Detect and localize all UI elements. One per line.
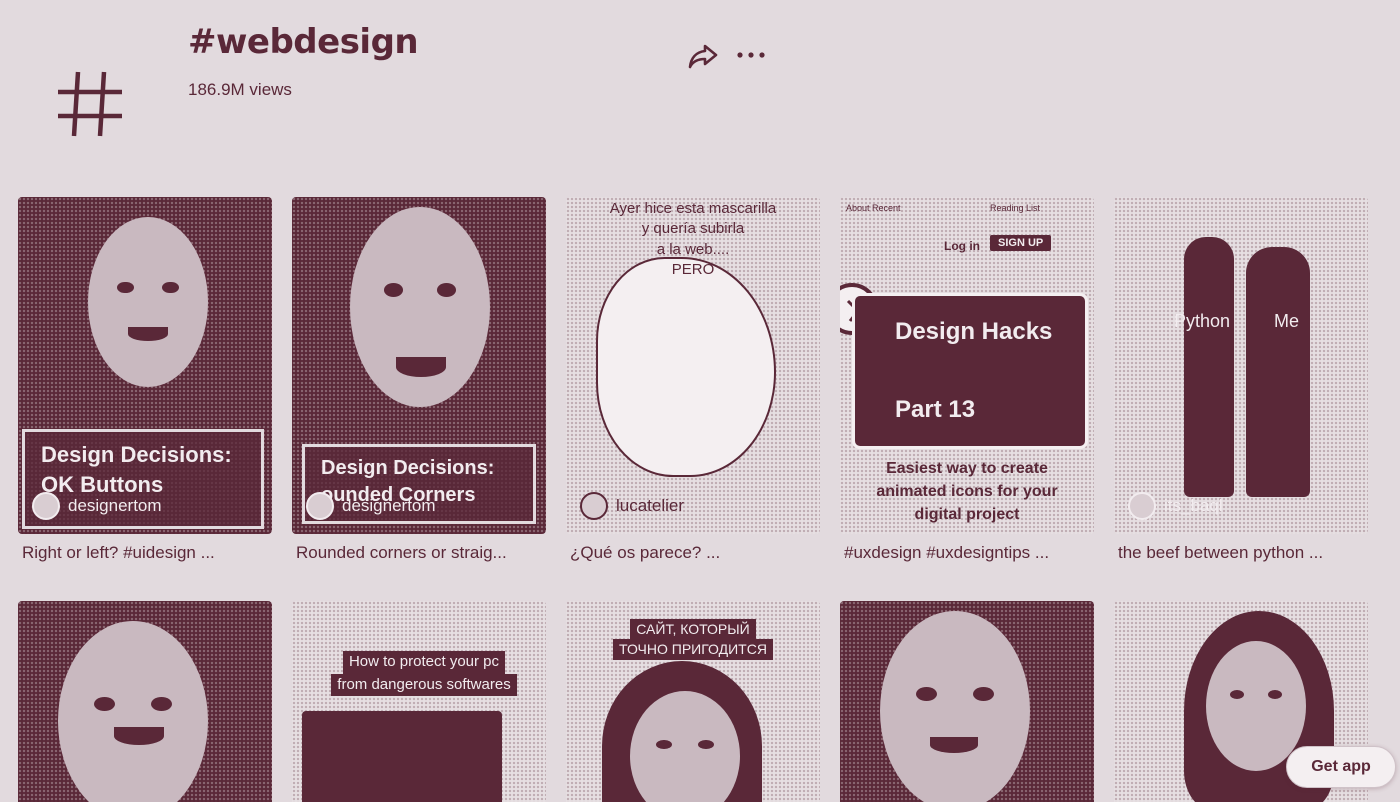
person-figure <box>1246 247 1310 497</box>
card-title: Design Hacks <box>895 318 1053 345</box>
video-thumbnail[interactable] <box>18 601 272 802</box>
video-overlay-text: Easiest way to create animated icons for… <box>840 457 1094 527</box>
overlay-line: How to protect your pc <box>342 651 506 674</box>
mouth-shape <box>930 737 978 753</box>
overlay-line: from dangerous softwares <box>331 673 517 696</box>
video-card[interactable] <box>18 601 272 802</box>
author-avatar <box>1128 492 1156 520</box>
hashtag-header: #webdesign 186.9M views <box>0 0 1400 180</box>
overlay-line: ТОЧНО ПРИГОДИТСЯ <box>613 639 773 660</box>
video-overlay-text: САЙТ, КОТОРЫЙ ТОЧНО ПРИГОДИТСЯ <box>586 619 800 660</box>
video-thumbnail[interactable]: Design Decisions: OK Buttons designertom <box>18 197 272 534</box>
author-name: its_baql <box>1164 496 1223 515</box>
card-subtitle: Part 13 <box>895 396 976 423</box>
video-thumbnail[interactable]: САЙТ, КОТОРЫЙ ТОЧНО ПРИГОДИТСЯ <box>566 601 820 802</box>
mouth-shape <box>128 327 168 341</box>
video-card[interactable]: Ayer hice esta mascarilla y quería subir… <box>566 197 820 601</box>
overlay-line: САЙТ, КОТОРЫЙ <box>630 619 756 640</box>
view-count: 186.9M views <box>188 80 292 99</box>
video-caption[interactable]: Rounded corners or straig... <box>296 543 546 563</box>
video-caption[interactable]: the beef between python ... <box>1118 543 1368 563</box>
video-thumbnail[interactable] <box>840 601 1094 802</box>
overlay-line: Easiest way to create <box>886 460 1048 477</box>
person-face-image <box>88 217 208 387</box>
overlay-line: animated icons for your <box>876 483 1058 501</box>
share-icon[interactable] <box>686 40 720 72</box>
video-author[interactable]: lucatelier <box>580 492 684 520</box>
video-thumbnail[interactable]: Design Decisions: ounded Corners designe… <box>292 197 546 534</box>
video-thumbnail[interactable]: About Recent Reading List Log in SIGN UP… <box>840 197 1094 534</box>
login-text: Log in <box>944 239 980 253</box>
author-name: designertom <box>342 496 436 515</box>
video-thumbnail[interactable]: Python Me its_baql <box>1114 197 1368 534</box>
video-grid-row-1: Design Decisions: OK Buttons designertom… <box>18 197 1368 601</box>
video-caption[interactable]: ¿Qué os parece? ... <box>570 543 820 563</box>
video-thumbnail[interactable]: Ayer hice esta mascarilla y quería subir… <box>566 197 820 534</box>
video-card[interactable]: How to protect your pc from dangerous so… <box>292 601 546 802</box>
author-name: lucatelier <box>616 496 685 515</box>
page-title: #webdesign <box>188 22 419 62</box>
more-horizontal-icon[interactable] <box>734 40 768 70</box>
video-author[interactable]: designertom <box>32 492 162 520</box>
video-caption[interactable]: #uxdesign #uxdesigntips ... <box>844 543 1094 563</box>
video-overlay-text: Ayer hice esta mascarilla y quería subir… <box>566 199 820 280</box>
signup-badge: SIGN UP <box>990 235 1052 251</box>
overlay-label: Python <box>1174 311 1231 331</box>
video-card[interactable]: Design Decisions: OK Buttons designertom… <box>18 197 272 601</box>
video-caption[interactable]: Right or left? #uidesign ... <box>22 543 272 563</box>
nav-text: Reading List <box>990 203 1041 213</box>
person-face-image <box>350 207 490 407</box>
author-avatar <box>32 492 60 520</box>
video-thumbnail[interactable]: How to protect your pc from dangerous so… <box>292 601 546 802</box>
video-overlay-text: How to protect your pc from dangerous so… <box>312 651 536 696</box>
overlay-line: Ayer hice esta mascarilla <box>609 200 777 217</box>
overlay-line: a la web.... <box>656 240 730 258</box>
person-face-image <box>880 611 1030 802</box>
person-figure <box>1184 237 1234 497</box>
hashtag-icon <box>58 71 122 137</box>
overlay-line: digital project <box>914 506 1020 524</box>
mouth-shape <box>396 357 446 377</box>
video-grid-row-2: How to protect your pc from dangerous so… <box>18 601 1368 802</box>
overlay-line: Design Decisions: <box>41 442 232 467</box>
mouth-shape <box>114 727 164 745</box>
overlay-line: Design Decisions: <box>321 457 495 479</box>
author-avatar <box>306 492 334 520</box>
video-card[interactable]: About Recent Reading List Log in SIGN UP… <box>840 197 1094 601</box>
get-app-button[interactable]: Get app <box>1286 746 1396 788</box>
nav-text: About Recent <box>846 203 901 213</box>
overlay-label: Me <box>1274 311 1300 331</box>
author-avatar <box>580 492 608 520</box>
author-name: designertom <box>68 496 162 515</box>
overlay-line: y quería subirla <box>641 220 745 238</box>
video-card[interactable] <box>840 601 1094 802</box>
laptop-image <box>302 711 502 802</box>
video-author[interactable]: designertom <box>306 492 436 520</box>
title-card: Design Hacks Part 13 <box>852 293 1088 449</box>
overlay-line: PERO <box>671 260 715 278</box>
video-card[interactable]: Design Decisions: ounded Corners designe… <box>292 197 546 601</box>
video-author[interactable]: its_baql <box>1128 492 1223 520</box>
video-card[interactable]: Python Me its_baql the beef between pyth… <box>1114 197 1368 601</box>
video-card[interactable]: САЙТ, КОТОРЫЙ ТОЧНО ПРИГОДИТСЯ <box>566 601 820 802</box>
